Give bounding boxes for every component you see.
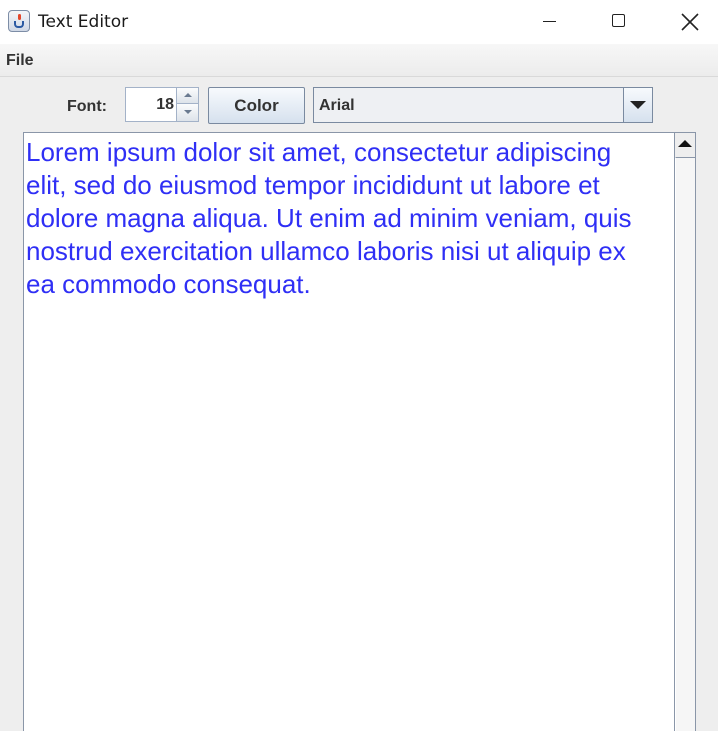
color-button[interactable]: Color <box>208 87 305 124</box>
maximize-button[interactable] <box>585 0 653 44</box>
close-icon <box>681 13 699 31</box>
title-bar[interactable]: Text Editor <box>0 0 718 44</box>
font-size-spinner[interactable]: 18 <box>125 87 199 122</box>
font-size-value[interactable]: 18 <box>156 96 174 114</box>
font-label: Font: <box>67 98 107 115</box>
app-window: Text Editor File Font: 18 Color Arial Lo… <box>0 0 718 731</box>
vertical-scrollbar[interactable] <box>674 132 696 731</box>
editor-text-area[interactable]: Lorem ipsum dolor sit amet, consectetur … <box>23 132 674 731</box>
spinner-up-button[interactable] <box>176 88 198 104</box>
window-title: Text Editor <box>38 12 129 32</box>
font-family-dropdown[interactable]: Arial <box>313 87 653 123</box>
close-button[interactable] <box>655 0 718 44</box>
editor-text[interactable]: Lorem ipsum dolor sit amet, consectetur … <box>26 136 666 301</box>
spinner-down-button[interactable] <box>176 104 198 121</box>
minimize-button[interactable] <box>515 0 583 44</box>
menu-bar: File <box>0 44 718 77</box>
java-cup-icon <box>8 10 30 32</box>
scroll-up-button[interactable] <box>675 133 695 157</box>
scroll-thumb[interactable] <box>675 157 695 731</box>
menu-file[interactable]: File <box>6 52 34 70</box>
dropdown-arrow-icon[interactable] <box>623 88 652 122</box>
font-family-value: Arial <box>319 97 355 114</box>
